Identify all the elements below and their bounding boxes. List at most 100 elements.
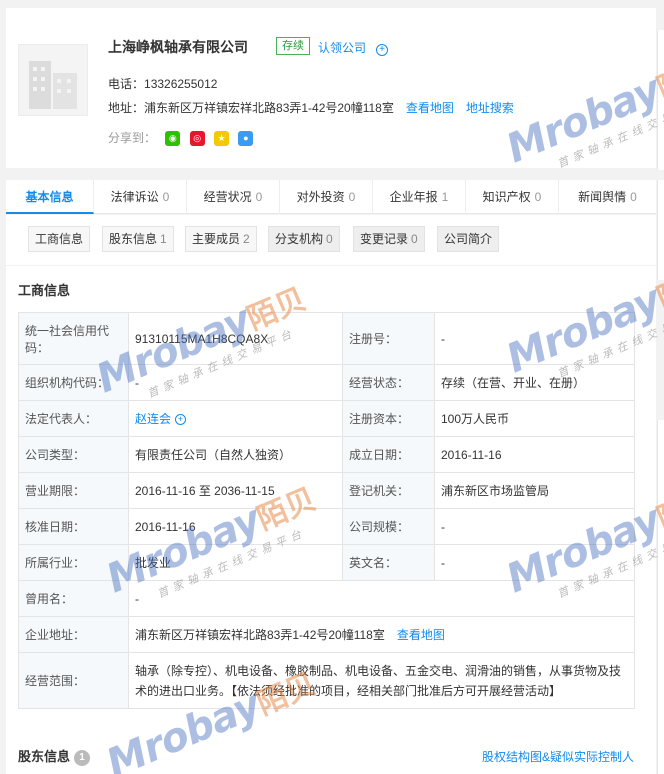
business-term: 2016-11-16 至 2036-11-15 <box>128 472 343 509</box>
cell-label: 英文名： <box>342 544 435 581</box>
tab-annual-report[interactable]: 企业年报 1 <box>373 180 466 214</box>
subtab-count: 2 <box>243 232 250 246</box>
english-name: - <box>434 544 635 581</box>
shareholder-title-text: 股东信息 <box>18 749 71 764</box>
phone-label: 电话： <box>108 77 145 91</box>
cell-label: 核准日期： <box>18 508 129 545</box>
cell-label: 统一社会信用代码： <box>18 312 129 365</box>
cell-label: 法定代表人： <box>18 400 129 437</box>
cell-label: 所属行业： <box>18 544 129 581</box>
subtab-count: 1 <box>160 232 167 246</box>
cell-label: 公司规模： <box>342 508 435 545</box>
equity-structure-link[interactable]: 股权结构图&疑似实际控制人 <box>482 748 634 765</box>
tab-label: 法律诉讼 <box>110 190 159 204</box>
phone-line: 电话：13326255012 <box>108 75 217 92</box>
table-row: 统一社会信用代码： 91310115MA1H8CQA8X 注册号： - <box>18 312 635 365</box>
cell-label: 成立日期： <box>342 436 435 473</box>
cell-label: 登记机关： <box>342 472 435 509</box>
subtab-shareholders[interactable]: 股东信息 1 <box>102 226 174 252</box>
cell-label: 营业期限： <box>18 472 129 509</box>
view-map-link[interactable]: 查看地图 <box>397 628 445 642</box>
legal-rep-link[interactable]: 赵连会 <box>135 412 171 426</box>
status-badge: 存续 <box>276 37 310 55</box>
cell-label: 经营状态： <box>342 364 435 401</box>
wechat-share-icon[interactable]: ◉ <box>165 131 181 147</box>
tab-label: 对外投资 <box>296 190 345 204</box>
tab-label: 基本信息 <box>25 190 74 204</box>
company-type: 有限责任公司（自然人独资） <box>128 436 343 473</box>
org-code: - <box>128 364 343 401</box>
tab-label: 新闻舆情 <box>578 190 627 204</box>
cell-label: 组织机构代码： <box>18 364 129 401</box>
weibo-share-icon[interactable]: ◎ <box>189 131 205 147</box>
tab-count: 0 <box>255 190 263 204</box>
company-name: 上海峥枫轴承有限公司 <box>108 39 248 55</box>
cell-label: 经营范围： <box>18 652 129 709</box>
tab-label: 企业年报 <box>389 190 438 204</box>
approve-date: 2016-11-16 <box>128 508 343 545</box>
industry: 批发业 <box>128 544 343 581</box>
tab-operation[interactable]: 经营状况 0 <box>187 180 280 214</box>
legal-rep-cell: 赵连会 + <box>128 400 343 437</box>
table-row: 组织机构代码： - 经营状态： 存续（在营、开业、在册） <box>18 364 635 401</box>
tab-count: 0 <box>534 190 542 204</box>
subtab-label: 工商信息 <box>35 232 84 246</box>
claim-company-link[interactable]: 认领公司 <box>318 39 366 56</box>
tab-label: 经营状况 <box>203 190 252 204</box>
section-title: 工商信息 <box>18 283 71 298</box>
view-map-link[interactable]: 查看地图 <box>406 101 454 115</box>
cell-label: 注册资本： <box>342 400 435 437</box>
subtab-members[interactable]: 主要成员 2 <box>185 226 257 252</box>
subtab-count: 0 <box>411 232 418 246</box>
subtab-count: 0 <box>326 232 333 246</box>
tab-label: 知识产权 <box>482 190 531 204</box>
shareholder-count-badge: 1 <box>74 749 91 766</box>
right-panel-fragment <box>657 420 664 774</box>
address-search-link[interactable]: 地址搜索 <box>466 101 514 115</box>
address-value: 浦东新区万祥镇宏祥北路83弄1-42号20幢118室 <box>144 101 394 115</box>
tab-count: 0 <box>630 190 637 204</box>
subtab-business-info[interactable]: 工商信息 <box>28 226 91 252</box>
add-follow-icon[interactable]: + <box>376 44 388 56</box>
subtab-profile[interactable]: 公司简介 <box>437 226 500 252</box>
qq-share-icon[interactable]: ● <box>238 131 254 147</box>
qzone-share-icon[interactable]: ★ <box>214 131 230 147</box>
reg-capital: 100万人民币 <box>434 400 635 437</box>
right-panel-fragment <box>657 180 664 280</box>
tab-investment[interactable]: 对外投资 0 <box>280 180 373 214</box>
tab-ip[interactable]: 知识产权 0 <box>466 180 559 214</box>
tab-news[interactable]: 新闻舆情 0 <box>559 180 656 214</box>
cell-label: 曾用名： <box>18 580 129 617</box>
subtab-changes[interactable]: 变更记录 0 <box>353 226 425 252</box>
credit-code: 91310115MA1H8CQA8X <box>128 312 343 365</box>
tab-count: 0 <box>348 190 356 204</box>
business-scope: 轴承（除专控）、机电设备、橡胶制品、机电设备、五金交电、润滑油的销售，从事货物及… <box>128 652 635 709</box>
table-row: 曾用名： - <box>18 580 635 617</box>
add-follow-icon[interactable]: + <box>175 414 187 426</box>
business-info-section: 工商信息 统一社会信用代码： 91310115MA1H8CQA8X 注册号： -… <box>6 266 656 774</box>
company-header-card: 上海峥枫轴承有限公司 存续 认领公司 + 电话：13326255012 地址：浦… <box>6 8 656 168</box>
phone-number: 13326255012 <box>144 77 218 91</box>
right-panel-fragment <box>657 30 664 170</box>
table-row: 核准日期： 2016-11-16 公司规模： - <box>18 508 635 545</box>
share-label: 分享到： <box>108 131 157 145</box>
table-row: 经营范围： 轴承（除专控）、机电设备、橡胶制品、机电设备、五金交电、润滑油的销售… <box>18 652 635 709</box>
tab-legal[interactable]: 法律诉讼 0 <box>94 180 187 214</box>
table-row: 营业期限： 2016-11-16 至 2036-11-15 登记机关： 浦东新区… <box>18 472 635 509</box>
subtab-label: 分支机构 <box>275 232 324 246</box>
tab-basic-info[interactable]: 基本信息 <box>6 180 94 214</box>
subtab-branches[interactable]: 分支机构 0 <box>268 226 340 252</box>
subtab-label: 公司简介 <box>444 232 493 246</box>
table-row: 法定代表人： 赵连会 + 注册资本： 100万人民币 <box>18 400 635 437</box>
company-scale: - <box>434 508 635 545</box>
table-row: 公司类型： 有限责任公司（自然人独资） 成立日期： 2016-11-16 <box>18 436 635 473</box>
subtab-label: 变更记录 <box>360 232 409 246</box>
reg-authority: 浦东新区市场监管局 <box>434 472 635 509</box>
table-row: 企业地址： 浦东新区万祥镇宏祥北路83弄1-42号20幢118室 查看地图 <box>18 616 635 653</box>
subtab-label: 股东信息 <box>109 232 158 246</box>
address-line: 地址：浦东新区万祥镇宏祥北路83弄1-42号20幢118室 查看地图 地址搜索 <box>108 99 514 116</box>
address-label: 地址： <box>108 101 145 115</box>
cell-label: 企业地址： <box>18 616 129 653</box>
main-tab-bar: 基本信息 法律诉讼 0 经营状况 0 对外投资 0 企业年报 1 知识产权 0 新闻舆情 0 <box>6 180 656 214</box>
building-icon <box>29 61 77 109</box>
